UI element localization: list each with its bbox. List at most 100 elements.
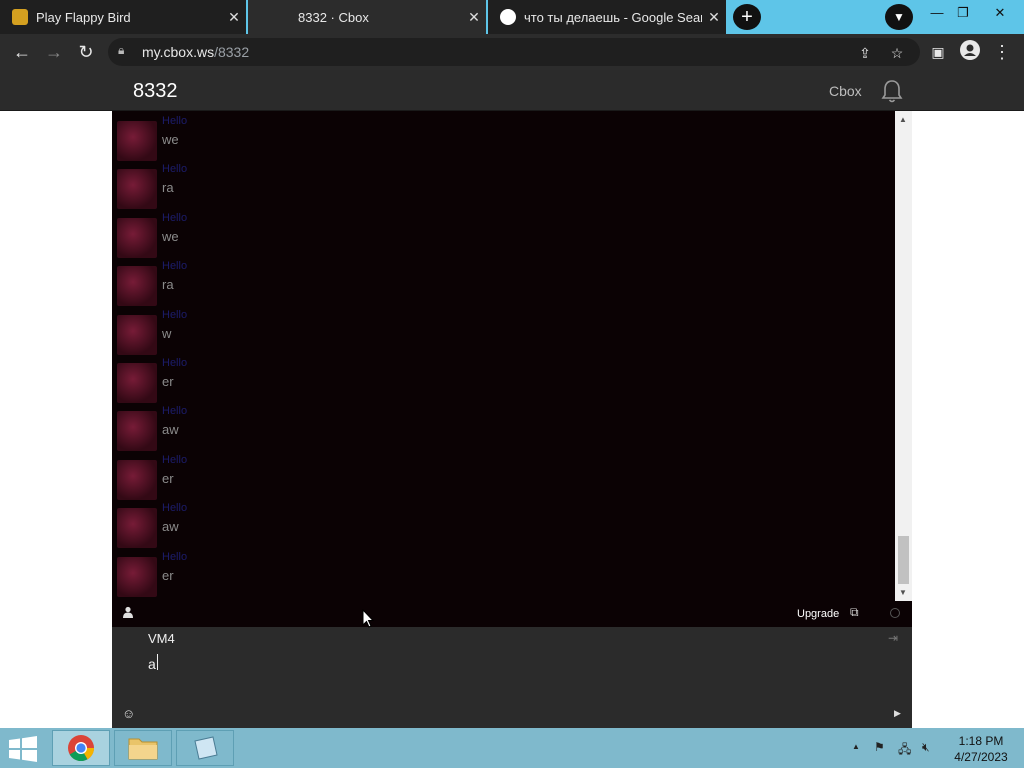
- close-tab-icon[interactable]: ✕: [222, 9, 246, 26]
- taskbar-file-explorer[interactable]: [114, 730, 172, 766]
- notepad-icon: [194, 736, 218, 760]
- text-caret: [157, 654, 158, 670]
- chat-message: Hello ra: [117, 260, 817, 308]
- show-hidden-icons-arrow-icon[interactable]: ▲: [852, 742, 860, 751]
- windows-start-icon[interactable]: [8, 736, 38, 762]
- action-center-flag-icon[interactable]: ⚑: [874, 740, 885, 754]
- message-text: er: [162, 374, 174, 389]
- cbox-link[interactable]: Cbox: [829, 83, 862, 99]
- close-tab-icon[interactable]: ✕: [702, 9, 726, 26]
- taskbar-notepad[interactable]: [176, 730, 234, 766]
- mouse-pointer-icon: [362, 609, 374, 628]
- user-avatar[interactable]: [117, 459, 157, 500]
- cbox-favicon-icon: [282, 9, 298, 25]
- message-author[interactable]: Hello: [162, 309, 187, 321]
- message-author[interactable]: Hello: [162, 163, 187, 175]
- chat-toolbar: Upgrade ⧉: [112, 601, 912, 627]
- taskbar-chrome[interactable]: [52, 730, 110, 766]
- chat-message: Hello er: [117, 357, 817, 405]
- message-text: we: [162, 228, 179, 244]
- message-author[interactable]: Hello: [162, 502, 187, 514]
- message-text: ra: [162, 277, 174, 293]
- system-clock[interactable]: 1:18 PM 4/27/2023: [953, 733, 1009, 765]
- message-text: w: [162, 325, 172, 341]
- notification-bell-icon[interactable]: [880, 78, 904, 104]
- user-avatar[interactable]: [117, 363, 157, 403]
- tab-title: Play Flappy Bird: [36, 9, 131, 25]
- clock-time: 1:18 PM: [958, 734, 1004, 748]
- compose-area: VM4 ⇥ ☺ ▶: [112, 627, 912, 728]
- user-avatar[interactable]: [117, 508, 157, 549]
- tab-title: что ты делаешь - Google Search: [524, 9, 702, 25]
- chrome-icon: [68, 735, 95, 762]
- message-author[interactable]: Hello: [162, 115, 187, 127]
- chat-message: Hello aw: [117, 502, 817, 550]
- nickname-label[interactable]: VM4: [148, 631, 175, 646]
- browser-menu-icon[interactable]: ⋮: [990, 40, 1014, 64]
- sign-in-icon[interactable]: ⇥: [888, 631, 898, 645]
- browser-tab-strip: Play Flappy Bird ✕ 8332 · Cbox ✕ что ты …: [0, 0, 1024, 34]
- bookmark-star-icon[interactable]: ☆: [886, 42, 908, 64]
- upgrade-link[interactable]: Upgrade: [797, 608, 839, 620]
- user-avatar[interactable]: [117, 556, 157, 597]
- restore-window-icon[interactable]: ❐: [948, 2, 978, 24]
- google-favicon-icon: [500, 9, 516, 25]
- user-avatar[interactable]: [117, 169, 157, 210]
- message-author[interactable]: Hello: [162, 212, 187, 224]
- scrollbar-thumb[interactable]: [898, 536, 909, 584]
- external-link-icon[interactable]: ⧉: [850, 605, 859, 620]
- page-content: 8332 Cbox Hello we Hello ra Hello we Hello ra He…: [0, 70, 1024, 728]
- message-author[interactable]: Hello: [162, 454, 187, 466]
- chat-message: Hello ra: [117, 163, 817, 211]
- folder-icon: [128, 738, 158, 760]
- scroll-up-arrow-icon[interactable]: ▲: [899, 115, 907, 124]
- message-author[interactable]: Hello: [162, 260, 187, 272]
- share-icon[interactable]: ⇪: [854, 42, 876, 64]
- user-avatar[interactable]: [117, 314, 157, 355]
- close-window-icon[interactable]: ✕: [985, 2, 1015, 24]
- profile-avatar-icon[interactable]: [958, 40, 982, 64]
- message-author[interactable]: Hello: [162, 551, 187, 563]
- chat-message: Hello we: [117, 115, 817, 163]
- side-panel-icon[interactable]: ▣: [926, 40, 950, 64]
- send-arrow-icon[interactable]: ▶: [894, 708, 901, 719]
- tab-google-search[interactable]: что ты делаешь - Google Search ✕: [488, 0, 726, 34]
- network-icon[interactable]: 🖧︎: [898, 740, 911, 761]
- message-author[interactable]: Hello: [162, 357, 187, 369]
- message-text: er: [162, 470, 174, 486]
- user-icon[interactable]: [122, 606, 136, 620]
- tab-search-chevron-icon[interactable]: ▼: [885, 4, 913, 30]
- message-input[interactable]: [148, 653, 868, 675]
- forward-arrow-icon[interactable]: →: [42, 40, 66, 64]
- tab-cbox[interactable]: 8332 · Cbox ✕: [248, 0, 486, 34]
- tab-play-flappy-bird[interactable]: Play Flappy Bird ✕: [0, 0, 246, 34]
- emoji-smiley-icon[interactable]: ☺: [122, 706, 135, 721]
- windows-taskbar: ▲ ⚑ 🖧︎ 🔇︎ 1:18 PM 4/27/2023: [0, 728, 1024, 768]
- browser-toolbar: ← → ↻ 🔒︎ my.cbox.ws/8332 ⇪ ☆ ▣ ⋮: [0, 34, 1024, 70]
- chat-message-list[interactable]: Hello we Hello ra Hello we Hello ra Hello w Hello e…: [112, 111, 912, 601]
- address-bar[interactable]: 🔒︎ my.cbox.ws/8332 ⇪ ☆: [108, 38, 920, 66]
- reload-icon[interactable]: ↻: [74, 40, 98, 64]
- user-avatar[interactable]: [117, 217, 157, 258]
- user-avatar[interactable]: [117, 266, 157, 307]
- clock-date: 4/27/2023: [954, 750, 1008, 764]
- volume-muted-icon[interactable]: 🔇︎: [922, 740, 930, 755]
- new-tab-plus-icon[interactable]: +: [733, 4, 761, 30]
- message-text: aw: [162, 422, 179, 438]
- back-arrow-icon[interactable]: ←: [10, 40, 34, 64]
- site-header: 8332 Cbox: [0, 70, 1024, 111]
- chat-message: Hello er: [117, 454, 817, 502]
- scroll-down-arrow-icon[interactable]: ▼: [899, 588, 907, 597]
- message-author[interactable]: Hello: [162, 405, 187, 417]
- user-avatar[interactable]: [117, 411, 157, 452]
- chat-message: Hello aw: [117, 405, 817, 453]
- close-tab-icon[interactable]: ✕: [462, 9, 486, 26]
- chat-message: Hello er: [117, 551, 817, 599]
- user-avatar[interactable]: [117, 121, 157, 161]
- status-circle-icon[interactable]: [890, 608, 900, 618]
- message-text: ra: [162, 180, 174, 196]
- chat-message: Hello we: [117, 212, 817, 260]
- chat-scrollbar[interactable]: ▲ ▼: [895, 111, 912, 601]
- message-text: er: [162, 567, 174, 583]
- lock-icon: 🔒︎: [118, 43, 125, 57]
